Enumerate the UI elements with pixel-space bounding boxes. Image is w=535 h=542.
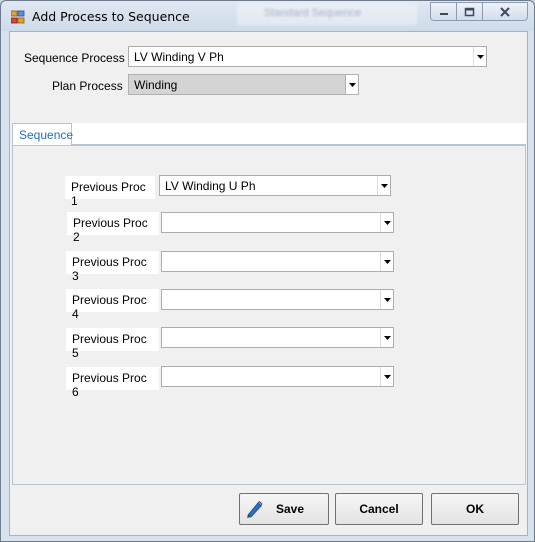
sequence-tab-page: Previous Proc 1 LV Winding U Ph Previous… <box>12 145 526 485</box>
previous-proc-4-label-text: Previous Proc 4 <box>72 293 147 321</box>
close-button[interactable] <box>482 2 528 21</box>
previous-proc-2-select[interactable] <box>161 212 394 233</box>
chevron-down-icon[interactable] <box>380 328 393 347</box>
previous-proc-2-label: Previous Proc 2 <box>67 212 159 244</box>
plan-process-value: Winding <box>134 78 178 92</box>
dialog-body: Sequence Process LV Winding V Ph Plan Pr… <box>9 31 528 536</box>
chevron-down-icon[interactable] <box>380 367 393 386</box>
ok-button-label: OK <box>466 502 484 516</box>
previous-proc-5-label: Previous Proc 5 <box>66 328 159 360</box>
previous-proc-5-label-text: Previous Proc 5 <box>72 332 147 360</box>
button-bar: Save Cancel OK <box>10 485 527 535</box>
ok-button[interactable]: OK <box>431 493 519 525</box>
background-window-title-text: Standard Sequence <box>264 7 362 19</box>
save-button-label: Save <box>275 502 305 516</box>
tab-sequence[interactable]: Sequence <box>12 123 74 146</box>
pencil-icon <box>245 499 263 522</box>
previous-proc-3-label-text: Previous Proc 3 <box>72 255 147 283</box>
previous-proc-1-label: Previous Proc 1 <box>65 176 155 208</box>
cancel-button-label: Cancel <box>359 502 399 516</box>
minimize-icon <box>439 12 448 15</box>
plan-process-label: Plan Process <box>52 79 123 93</box>
tab-strip <box>72 123 526 145</box>
sequence-process-select[interactable]: LV Winding V Ph <box>128 46 487 67</box>
previous-proc-6-label: Previous Proc 6 <box>66 367 159 399</box>
dialog-window: Add Process to Sequence Standard Sequenc… <box>0 0 535 542</box>
window-controls <box>430 2 528 22</box>
sequence-process-label: Sequence Process <box>24 51 125 65</box>
chevron-down-icon[interactable] <box>377 176 390 195</box>
window-title: Add Process to Sequence <box>32 9 190 24</box>
process-icon[interactable] <box>10 10 25 24</box>
chevron-down-icon[interactable] <box>345 75 358 94</box>
cancel-button[interactable]: Cancel <box>335 493 423 525</box>
close-icon <box>500 6 510 17</box>
chevron-down-icon[interactable] <box>380 290 393 309</box>
tab-sequence-label: Sequence <box>19 128 74 142</box>
previous-proc-4-select[interactable] <box>161 289 394 310</box>
previous-proc-3-label: Previous Proc 3 <box>66 251 159 283</box>
previous-proc-1-label-text: Previous Proc 1 <box>71 180 146 208</box>
previous-proc-4-label: Previous Proc 4 <box>66 289 159 321</box>
previous-proc-1-value: LV Winding U Ph <box>165 179 256 193</box>
restore-icon <box>464 7 475 16</box>
previous-proc-2-label-text: Previous Proc 2 <box>73 216 148 244</box>
sequence-process-value: LV Winding V Ph <box>134 50 224 64</box>
title-bar[interactable]: Add Process to Sequence Standard Sequenc… <box>1 1 534 31</box>
minimize-button[interactable] <box>430 2 457 21</box>
previous-proc-6-select[interactable] <box>161 366 394 387</box>
previous-proc-6-label-text: Previous Proc 6 <box>72 371 147 399</box>
chevron-down-icon[interactable] <box>380 213 393 232</box>
previous-proc-1-select[interactable]: LV Winding U Ph <box>159 175 391 196</box>
previous-proc-3-select[interactable] <box>161 251 394 272</box>
restore-button[interactable] <box>456 2 483 21</box>
background-window-title: Standard Sequence <box>237 3 417 25</box>
previous-proc-5-select[interactable] <box>161 327 394 348</box>
save-button[interactable]: Save <box>239 493 329 525</box>
chevron-down-icon[interactable] <box>380 252 393 271</box>
plan-process-select[interactable]: Winding <box>128 74 359 95</box>
chevron-down-icon[interactable] <box>473 47 486 66</box>
